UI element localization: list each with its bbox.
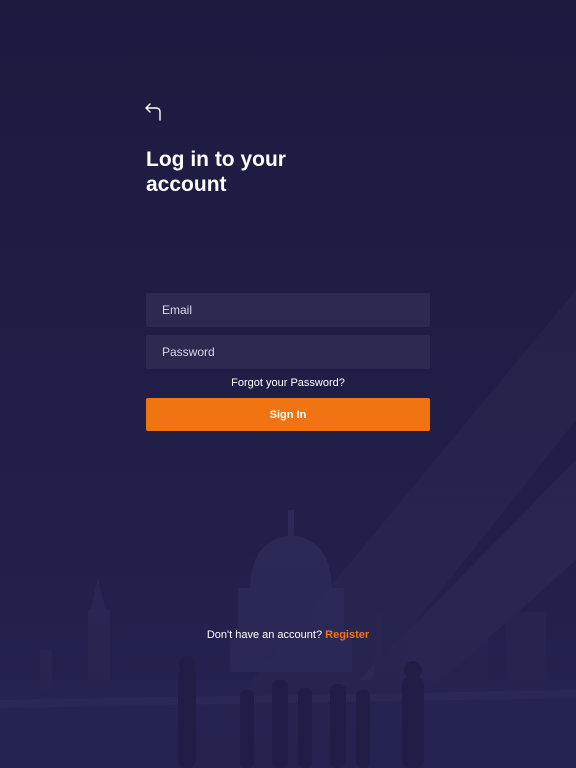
register-prompt-text: Don't have an account? xyxy=(206,629,323,641)
email-field[interactable] xyxy=(146,293,430,327)
register-prompt: Don't have an account? Register xyxy=(0,628,576,642)
password-field[interactable] xyxy=(146,335,430,369)
page-title-line-2: account xyxy=(146,173,227,196)
page-title-line-1: Log in to your xyxy=(146,148,286,171)
forgot-password-link[interactable]: Forgot your Password? xyxy=(146,376,430,390)
sign-in-button[interactable]: Sign In xyxy=(146,398,430,431)
back-arrow-icon xyxy=(145,103,161,121)
back-button[interactable] xyxy=(144,100,164,122)
page-title: Log in to your account xyxy=(146,147,346,197)
register-link[interactable]: Register xyxy=(325,629,369,641)
